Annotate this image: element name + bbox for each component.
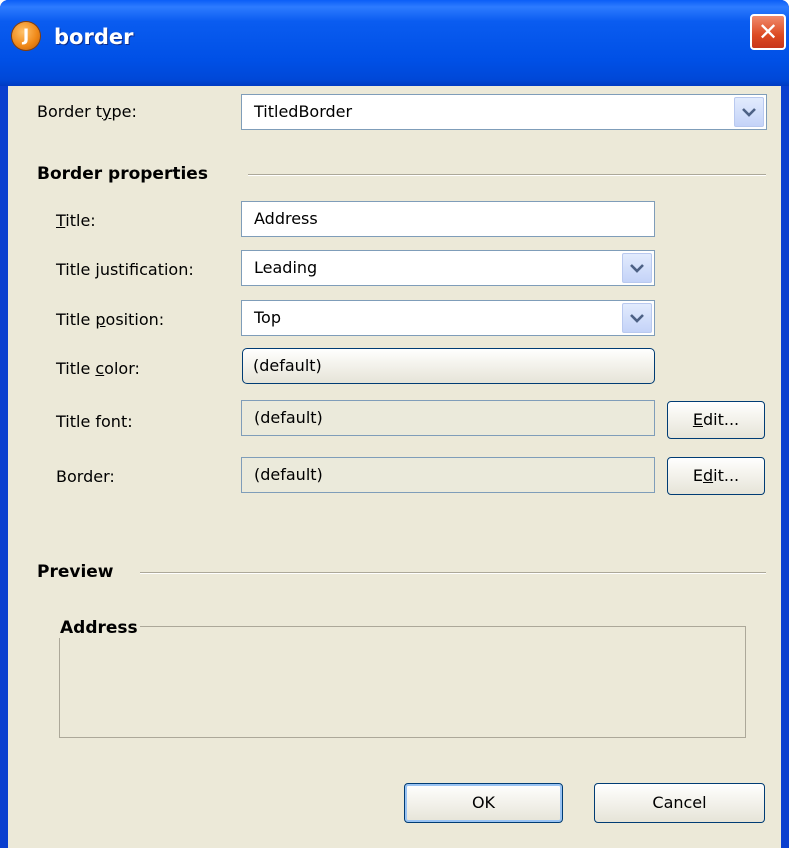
title-input[interactable]: Address: [241, 201, 655, 237]
title-position-value: Top: [254, 308, 281, 327]
chevron-down-icon[interactable]: [734, 97, 764, 127]
preview-heading: Preview: [37, 562, 114, 582]
title-justification-value: Leading: [254, 258, 318, 277]
preview-separator: [140, 572, 766, 574]
preview-border-title: Address: [58, 618, 140, 638]
close-icon: ✕: [757, 18, 779, 46]
cancel-button[interactable]: Cancel: [594, 783, 765, 823]
border-type-combobox[interactable]: TitledBorder: [241, 94, 767, 130]
dialog-window: J border ✕ Border type: TitledBorder Bor…: [0, 0, 789, 848]
title-color-value: (default): [253, 356, 322, 375]
title-font-value: (default): [254, 408, 323, 427]
title-justification-label: Title justification:: [56, 260, 194, 279]
border-properties-separator: [248, 174, 766, 176]
chevron-down-icon[interactable]: [622, 253, 652, 283]
title-font-label: Title font:: [56, 412, 133, 431]
edit-title-font-button[interactable]: Edit...: [667, 401, 765, 439]
close-button[interactable]: ✕: [750, 14, 786, 50]
title-position-combobox[interactable]: Top: [241, 300, 655, 336]
border-value: (default): [254, 465, 323, 484]
border-field: (default): [241, 457, 655, 493]
border-type-label: Border type:: [37, 102, 137, 121]
title-input-value: Address: [254, 209, 318, 228]
title-color-label: Title color:: [56, 359, 140, 378]
java-app-icon: J: [12, 22, 40, 50]
chevron-down-icon[interactable]: [622, 303, 652, 333]
title-justification-combobox[interactable]: Leading: [241, 250, 655, 286]
title-font-field: (default): [241, 400, 655, 436]
preview-panel: [59, 626, 746, 738]
ok-button[interactable]: OK: [404, 783, 563, 823]
border-label: Border:: [56, 467, 115, 486]
title-label: Title:: [56, 211, 96, 230]
border-properties-heading: Border properties: [37, 164, 208, 184]
title-position-label: Title position:: [56, 310, 165, 329]
title-color-button[interactable]: (default): [242, 348, 655, 384]
window-title: border: [54, 25, 134, 49]
border-type-value: TitledBorder: [254, 102, 353, 121]
edit-border-button[interactable]: Edit...: [667, 457, 765, 495]
title-bar[interactable]: J border ✕: [0, 0, 789, 86]
